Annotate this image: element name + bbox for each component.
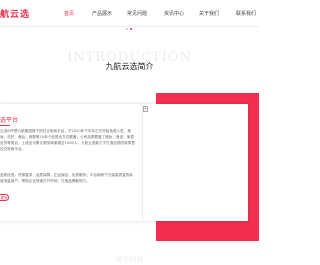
nav-item-about[interactable]: 关于我们 [199,10,219,17]
intro-card: 选平台 云选APP是九航集团旗下的社交电商平台，于2020年下半年正式开始免费入… [0,104,248,221]
nav-item-news[interactable]: 资讯中心 [164,10,184,17]
carousel-dot[interactable] [126,28,128,30]
nav-item-contact[interactable]: 联系我们 [236,10,256,17]
intro-paragraph-1: 云选APP是九航集团旗下的社交电商平台，于2020年下半年正式开始免费入驻，美妆… [0,129,135,151]
more-button[interactable]: 更多 [0,194,9,201]
main-nav: 首页 产品展示 常见问题 资讯中心 关于我们 联系我们 [0,10,259,20]
broken-image-icon [143,106,148,112]
next-section-watermark: 常见问题 [115,256,144,264]
nav-item-home[interactable]: 首页 [64,10,74,17]
nav-item-faq[interactable]: 常见问题 [127,10,147,17]
site-header: 航云选 首页 产品展示 常见问题 资讯中心 关于我们 联系我们 [0,0,259,26]
intro-text-panel: 选平台 云选APP是九航集团旗下的社交电商平台，于2020年下半年正式开始免费入… [0,104,140,221]
nav-item-products[interactable]: 产品展示 [92,10,112,17]
card-divider [142,104,143,221]
section-title: 九航云选简介 [105,62,154,71]
intro-paragraph-2: 品质优选，货源直采，品质保障，正品保证，优质服务；平台拥有千万级高质量的私域流量… [0,173,133,183]
title-underline [0,125,10,126]
carousel-dot-active[interactable] [130,28,132,30]
header-divider [0,26,259,27]
intro-card-title: 选平台 [0,117,19,124]
